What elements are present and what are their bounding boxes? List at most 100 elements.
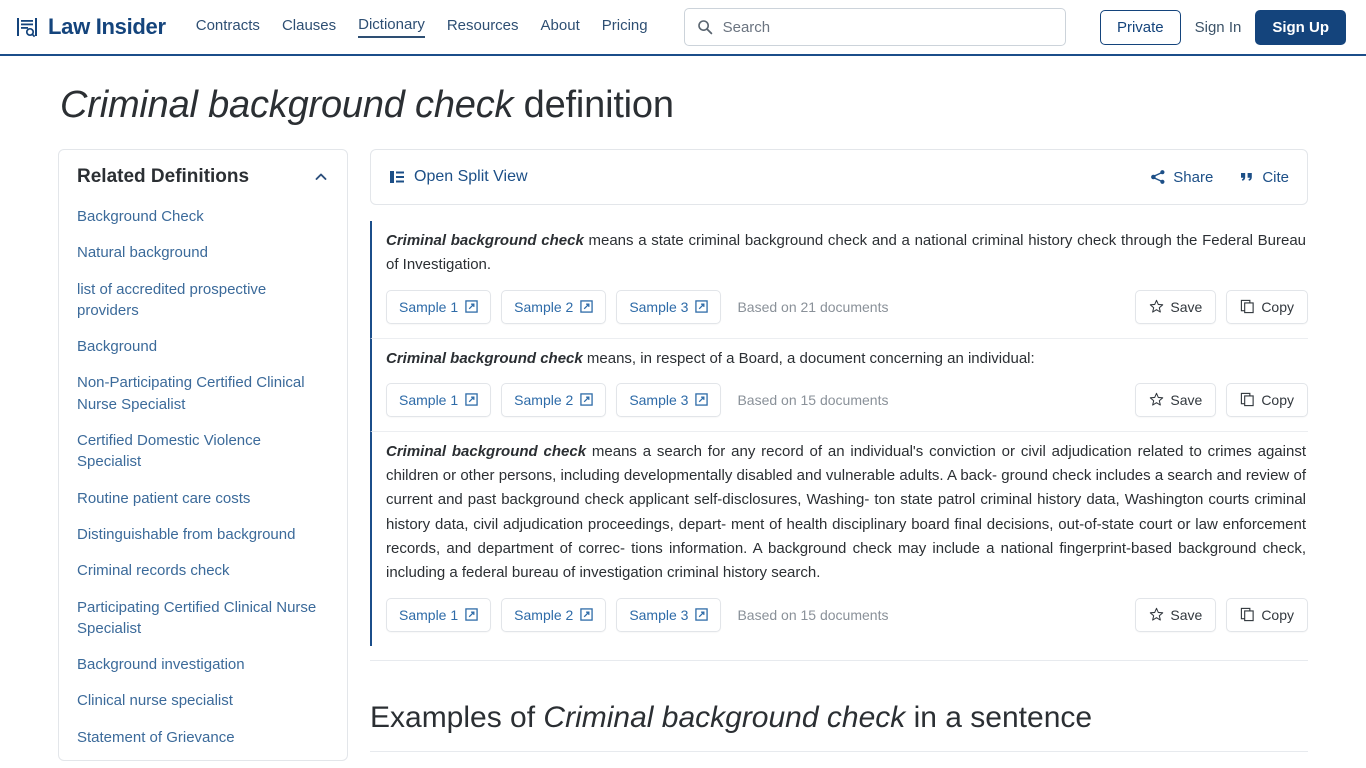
save-button[interactable]: Save (1135, 289, 1217, 324)
sample-1-button[interactable]: Sample 1 (386, 289, 492, 324)
main-nav: Contracts Clauses Dictionary Resources A… (196, 16, 648, 38)
sample-2-button[interactable]: Sample 2 (501, 597, 607, 632)
sidebar-item-certified-domestic-violence-specialist[interactable]: Certified Domestic Violence Specialist (77, 430, 329, 473)
save-label: Save (1170, 606, 1203, 623)
definition-term: Criminal background check (386, 442, 587, 460)
open-split-view-button[interactable]: Open Split View (389, 168, 528, 186)
related-definitions-header[interactable]: Related Definitions (77, 166, 329, 188)
sign-in-button[interactable]: Sign In (1195, 19, 1242, 36)
quote-icon (1239, 169, 1255, 185)
external-link-icon (465, 300, 478, 313)
header-actions: Private Sign In Sign Up (1099, 9, 1346, 45)
external-link-icon (695, 608, 709, 621)
sidebar-item-background[interactable]: Background (77, 336, 329, 357)
share-label: Share (1173, 168, 1214, 186)
sample-2-button[interactable]: Sample 2 (501, 382, 607, 417)
sidebar-item-list-of-accredited-prospective-providers[interactable]: list of accredited prospective providers (77, 279, 329, 322)
copy-label: Copy (1261, 298, 1294, 315)
nav-item-resources[interactable]: Resources (447, 17, 519, 37)
search-box[interactable] (683, 8, 1066, 46)
sample-3-button[interactable]: Sample 3 (616, 382, 722, 417)
copy-icon (1240, 299, 1255, 314)
cite-label: Cite (1262, 168, 1289, 186)
sample-label: Sample 1 (399, 298, 459, 315)
sample-label: Sample 3 (629, 391, 689, 408)
sample-2-button[interactable]: Sample 2 (501, 289, 607, 324)
external-link-icon (580, 393, 594, 407)
definition-card: Criminal background check means, in resp… (370, 338, 1308, 432)
definitions-list: Criminal background check means a state … (370, 221, 1308, 661)
page-title-term: Criminal background check (60, 84, 514, 126)
definition-right-actions: Save Copy (1135, 597, 1308, 632)
based-on-count: Based on 15 documents (737, 606, 889, 623)
save-button[interactable]: Save (1135, 382, 1217, 417)
sidebar-item-criminal-records-check[interactable]: Criminal records check (77, 560, 329, 581)
examples-heading: Examples of Criminal background check in… (370, 661, 1308, 752)
sample-label: Sample 2 (514, 391, 574, 408)
sample-label: Sample 1 (399, 606, 459, 623)
sidebar-item-natural-background[interactable]: Natural background (77, 242, 329, 263)
sidebar-item-background-investigation[interactable]: Background investigation (77, 654, 329, 675)
brand-name: Law Insider (48, 14, 166, 39)
share-button[interactable]: Share (1150, 169, 1213, 186)
related-definitions-title: Related Definitions (77, 166, 250, 187)
sidebar-item-distinguishable-from-background[interactable]: Distinguishable from background (77, 524, 329, 545)
sidebar-item-non-participating-certified-clinical-nurse-specialist[interactable]: Non-Participating Certified Clinical Nur… (77, 372, 329, 415)
site-header: Law Insider Contracts Clauses Dictionary… (0, 0, 1366, 56)
save-button[interactable]: Save (1135, 597, 1217, 632)
document-search-icon (14, 14, 40, 40)
external-link-icon (695, 300, 709, 313)
examples-prefix: Examples of (370, 700, 544, 734)
sample-3-button[interactable]: Sample 3 (616, 597, 722, 632)
nav-item-about[interactable]: About (541, 17, 580, 37)
definition-body: means, in respect of a Board, a document… (582, 349, 1035, 367)
sample-label: Sample 2 (514, 298, 574, 315)
copy-label: Copy (1261, 606, 1294, 623)
sidebar-item-routine-patient-care-costs[interactable]: Routine patient care costs (77, 488, 329, 509)
search-input[interactable] (722, 18, 1053, 36)
chevron-up-icon[interactable] (313, 169, 329, 185)
sample-label: Sample 3 (629, 298, 689, 315)
copy-button[interactable]: Copy (1226, 382, 1308, 417)
nav-item-pricing[interactable]: Pricing (602, 17, 648, 37)
related-definitions-panel: Related Definitions Background Check Nat… (58, 149, 348, 761)
open-split-view-label: Open Split View (414, 168, 528, 185)
star-icon (1149, 392, 1164, 407)
nav-item-clauses[interactable]: Clauses (282, 17, 336, 37)
sample-3-button[interactable]: Sample 3 (616, 289, 722, 324)
external-link-icon (465, 393, 478, 407)
based-on-count: Based on 21 documents (737, 298, 889, 315)
copy-button[interactable]: Copy (1226, 597, 1308, 632)
page-layout: Related Definitions Background Check Nat… (0, 127, 1366, 761)
sidebar-item-clinical-nurse-specialist[interactable]: Clinical nurse specialist (77, 690, 329, 711)
nav-item-dictionary[interactable]: Dictionary (358, 16, 425, 38)
based-on-count: Based on 15 documents (737, 391, 889, 408)
split-view-icon (389, 169, 405, 185)
sign-up-button[interactable]: Sign Up (1255, 9, 1346, 45)
copy-label: Copy (1261, 391, 1294, 408)
definition-actions: Sample 1 Sample 2 Sample 3 Based on 21 d… (386, 289, 1308, 324)
sample-1-button[interactable]: Sample 1 (386, 597, 492, 632)
sample-label: Sample 2 (514, 606, 574, 623)
nav-item-contracts[interactable]: Contracts (196, 17, 260, 37)
save-label: Save (1170, 298, 1203, 315)
toolbar-actions: Share Cite (1150, 169, 1289, 186)
star-icon (1149, 607, 1164, 622)
definition-text: Criminal background check means a search… (386, 440, 1308, 586)
external-link-icon (580, 300, 594, 313)
definition-body: means a search for any record of an indi… (386, 442, 1306, 582)
copy-icon (1240, 607, 1255, 622)
save-label: Save (1170, 391, 1203, 408)
cite-button[interactable]: Cite (1239, 169, 1289, 186)
copy-button[interactable]: Copy (1226, 289, 1308, 324)
sidebar-item-background-check[interactable]: Background Check (77, 206, 329, 227)
definition-text: Criminal background check means, in resp… (386, 347, 1308, 371)
brand-logo[interactable]: Law Insider (14, 14, 166, 40)
private-button[interactable]: Private (1099, 9, 1181, 45)
sample-1-button[interactable]: Sample 1 (386, 382, 492, 417)
sidebar-item-statement-of-grievance[interactable]: Statement of Grievance (77, 727, 329, 748)
definition-term: Criminal background check (386, 349, 583, 367)
external-link-icon (695, 393, 709, 407)
sidebar-item-participating-certified-clinical-nurse-specialist[interactable]: Participating Certified Clinical Nurse S… (77, 597, 329, 640)
copy-icon (1240, 392, 1255, 407)
